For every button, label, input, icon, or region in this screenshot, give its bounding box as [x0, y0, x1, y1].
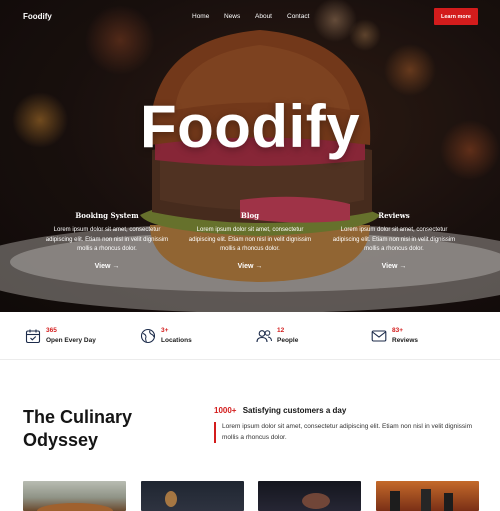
stat-label: Open Every Day	[46, 337, 96, 344]
users-icon	[256, 330, 272, 343]
food-card-image[interactable]	[376, 481, 479, 511]
learn-more-button[interactable]: Learn more	[434, 8, 478, 25]
section-title: The Culinary Odyssey	[23, 407, 133, 450]
nav-link-news[interactable]: News	[224, 13, 240, 20]
feature-text: Lorem ipsum dolor sit amet, consectetur …	[332, 227, 456, 252]
top-nav: Foodify Home News About Contact Learn mo…	[0, 0, 500, 34]
food-card-image[interactable]	[23, 481, 126, 511]
feature-title: Blog	[240, 211, 260, 220]
stat-value: 365	[46, 327, 57, 334]
nav-link-home[interactable]: Home	[192, 13, 209, 20]
feature-text: Lorem ipsum dolor sit amet, consectetur …	[45, 227, 169, 252]
stat-label: People	[277, 337, 299, 344]
stat-label: Reviews	[392, 337, 419, 344]
food-card-image[interactable]	[258, 481, 361, 511]
food-photo	[165, 491, 177, 507]
food-photo	[390, 489, 453, 511]
stats-bar: 365 Open Every Day 3+ Locations 12 Peopl…	[0, 312, 500, 360]
stat-value: 12	[277, 327, 285, 334]
mail-icon	[371, 330, 387, 342]
food-photo	[302, 493, 330, 509]
stat-label: Locations	[161, 337, 192, 344]
customers-stat: 1000+ Satisfying customers a day	[214, 406, 346, 415]
calendar-icon	[25, 329, 41, 344]
feature-title: Reviews	[378, 211, 410, 220]
hero-title: Foodify	[139, 93, 361, 160]
section-quote: Lorem ipsum dolor sit amet, consectetur …	[214, 422, 476, 443]
food-card-image[interactable]	[141, 481, 244, 511]
feature-view-link[interactable]: View →	[95, 263, 120, 270]
feature-reviews: Reviews Lorem ipsum dolor sit amet, cons…	[330, 211, 458, 273]
customers-stat-text: Satisfying customers a day	[242, 406, 347, 415]
feature-booking-system: Booking System Lorem ipsum dolor sit ame…	[43, 211, 171, 273]
customers-stat-value: 1000+	[214, 406, 237, 415]
food-photo	[37, 503, 113, 511]
stat-value: 3+	[161, 327, 169, 334]
stat-value: 83+	[392, 327, 404, 334]
feature-title: Booking System	[75, 211, 139, 220]
feature-view-link[interactable]: View →	[238, 263, 263, 270]
brand-logo[interactable]: Foodify	[23, 12, 52, 21]
feature-text: Lorem ipsum dolor sit amet, consectetur …	[188, 227, 312, 252]
feature-blog: Blog Lorem ipsum dolor sit amet, consect…	[186, 211, 314, 273]
nav-link-contact[interactable]: Contact	[287, 13, 309, 20]
hero-section: Foodify Home News About Contact Learn mo…	[0, 0, 500, 312]
feature-view-link[interactable]: View →	[382, 263, 407, 270]
globe-icon	[140, 328, 156, 344]
nav-link-about[interactable]: About	[255, 13, 272, 20]
